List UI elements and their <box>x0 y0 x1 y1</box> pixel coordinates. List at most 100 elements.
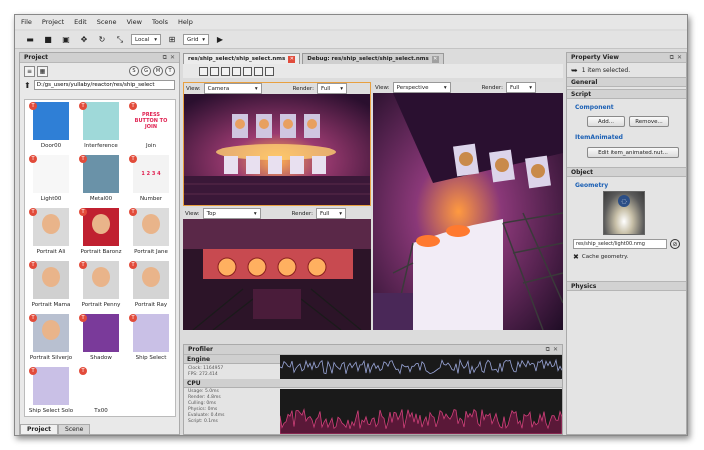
view-select[interactable]: Camera ▾ <box>203 83 262 94</box>
asset-thumbnail <box>83 367 119 405</box>
rotate-icon[interactable]: ↻ <box>95 33 109 46</box>
close-icon[interactable]: ✕ <box>170 54 175 62</box>
project-panel: Project ⧉✕ ≡ ▦ S G M T ⬆ TDoor00TInterfer… <box>19 52 180 435</box>
asset-item[interactable]: T Portrait Ray <box>127 261 175 313</box>
view-select[interactable]: Top ▾ <box>202 208 261 219</box>
asset-item[interactable]: T Portrait Mama <box>27 261 75 313</box>
tab-scene[interactable]: Scene <box>58 424 91 434</box>
asset-item[interactable]: T1 2 3 4 Number <box>127 155 175 207</box>
list-view-icon[interactable]: ≡ <box>24 65 35 77</box>
undock-icon[interactable]: ⧉ <box>163 54 167 62</box>
menu-project[interactable]: Project <box>42 18 64 26</box>
portrait-face <box>42 214 60 234</box>
left-tabs: Project Scene <box>20 424 91 434</box>
menu-help[interactable]: Help <box>178 18 193 26</box>
perspective-viewport[interactable]: View: Perspective ▾ Render: Full ▾ <box>373 82 563 330</box>
up-folder-icon[interactable]: ⬆ <box>24 81 31 90</box>
asset-item[interactable]: T Ship Select <box>127 314 175 366</box>
asset-item[interactable]: T Portrait Baronz <box>77 208 125 260</box>
asset-item[interactable]: T Portrait Silverjo <box>27 314 75 366</box>
asset-grid[interactable]: T Door00 T Interference T PRESS BUTTON TO JOI… <box>24 99 176 417</box>
menu-file[interactable]: File <box>21 18 32 26</box>
asset-item[interactable]: T Ship Select Solo <box>27 367 75 416</box>
asset-item[interactable]: T Door00 <box>27 102 75 154</box>
section-physics[interactable]: Physics <box>567 281 686 291</box>
close-icon[interactable]: ✕ <box>553 346 558 354</box>
open-project-icon[interactable]: ■ <box>41 33 55 46</box>
perspective-scene-render[interactable] <box>373 93 563 330</box>
layout-grid-icon[interactable] <box>265 66 274 76</box>
camera-viewport[interactable]: View: Camera ▾ Render: Full ▾ <box>183 82 371 206</box>
snap-select[interactable]: Grid ▾ <box>183 34 209 45</box>
geometry-path-field[interactable]: res/ship_select/light00.nmg <box>573 239 667 249</box>
filter-scene-icon[interactable]: S <box>129 66 139 76</box>
asset-item[interactable]: T Tx00 <box>77 367 125 416</box>
clear-geometry-icon[interactable]: ⊘ <box>670 239 680 249</box>
menu-bar: File Project Edit Scene View Tools Help <box>15 15 687 29</box>
path-input[interactable] <box>33 80 175 90</box>
play-icon[interactable]: ▶ <box>213 33 227 46</box>
layout-split-h-icon[interactable] <box>210 66 219 76</box>
filter-geometry-icon[interactable]: G <box>141 66 151 76</box>
save-icon[interactable]: ▣ <box>59 33 73 46</box>
asset-item[interactable]: T Metal00 <box>77 155 125 207</box>
edit-script-button[interactable]: Edit item_animated.nut... <box>587 147 679 158</box>
asset-label: Light00 <box>40 196 62 202</box>
asset-item[interactable]: T Light00 <box>27 155 75 207</box>
asset-item[interactable]: T Portrait Penny <box>77 261 125 313</box>
render-select[interactable]: Full ▾ <box>315 208 346 219</box>
close-icon[interactable]: ✕ <box>288 55 296 63</box>
asset-label: Portrait Baronz <box>80 249 122 255</box>
asset-item[interactable]: T PRESS BUTTON TO JOIN Join <box>127 102 175 154</box>
asset-item[interactable]: T Portrait Jane <box>127 208 175 260</box>
geometry-preview[interactable]: ◌ <box>603 191 645 235</box>
close-icon[interactable]: ✕ <box>431 55 439 63</box>
layout-quad-icon[interactable] <box>254 66 263 76</box>
asset-thumbnail <box>33 367 69 405</box>
tab-project[interactable]: Project <box>20 424 59 434</box>
render-select[interactable]: Full ▾ <box>316 83 347 94</box>
section-general[interactable]: General <box>567 77 686 87</box>
menu-tools[interactable]: Tools <box>152 18 168 26</box>
cache-geometry-checkbox[interactable]: ✖ Cache geometry. <box>573 253 628 261</box>
section-script[interactable]: Script <box>567 89 686 99</box>
tab-document[interactable]: res/ship_select/ship_select.nms ✕ <box>183 53 301 64</box>
texture-badge-icon: T <box>79 314 87 322</box>
top-scene-render[interactable] <box>183 219 371 330</box>
top-viewport[interactable]: View: Top ▾ Render: Full ▾ <box>183 208 371 330</box>
undock-icon[interactable]: ⧉ <box>546 346 550 354</box>
scale-icon[interactable]: ⤡ <box>113 33 127 46</box>
asset-item[interactable]: T Shadow <box>77 314 125 366</box>
filter-material-icon[interactable]: M <box>153 66 163 76</box>
asset-label: Portrait Penny <box>81 302 121 308</box>
texture-badge-icon: T <box>29 261 37 269</box>
close-icon[interactable]: ✕ <box>677 54 682 62</box>
asset-thumbnail <box>33 314 69 352</box>
snap-icon[interactable]: ⊞ <box>165 33 179 46</box>
move-icon[interactable]: ✥ <box>77 33 91 46</box>
asset-item[interactable]: T Portrait Ali <box>27 208 75 260</box>
menu-edit[interactable]: Edit <box>74 18 87 26</box>
tab-debug-document[interactable]: Debug: res/ship_select/ship_select.nms ✕ <box>302 53 444 64</box>
grid-view-icon[interactable]: ▦ <box>37 65 48 77</box>
layout-three-icon[interactable] <box>232 66 241 76</box>
layout-split-v-icon[interactable] <box>221 66 230 76</box>
engine-stats: Clock: 1164957 FPS: 272.414 <box>188 366 224 377</box>
layout-three-alt-icon[interactable] <box>243 66 252 76</box>
remove-component-button[interactable]: Remove... <box>629 116 669 127</box>
asset-label: Portrait Ray <box>134 302 168 308</box>
asset-item[interactable]: T Interference <box>77 102 125 154</box>
filter-texture-icon[interactable]: T <box>165 66 175 76</box>
view-select[interactable]: Perspective ▾ <box>392 82 451 93</box>
space-select[interactable]: Local ▾ <box>131 34 161 45</box>
new-project-icon[interactable]: ▬ <box>23 33 37 46</box>
layout-single-icon[interactable] <box>199 66 208 76</box>
render-select[interactable]: Full ▾ <box>505 82 536 93</box>
menu-scene[interactable]: Scene <box>97 18 117 26</box>
section-object[interactable]: Object <box>567 167 686 177</box>
texture-badge-icon: T <box>129 261 137 269</box>
camera-scene-render[interactable] <box>184 94 370 205</box>
add-component-button[interactable]: Add... <box>587 116 625 127</box>
undock-icon[interactable]: ⧉ <box>670 54 674 62</box>
menu-view[interactable]: View <box>127 18 142 26</box>
